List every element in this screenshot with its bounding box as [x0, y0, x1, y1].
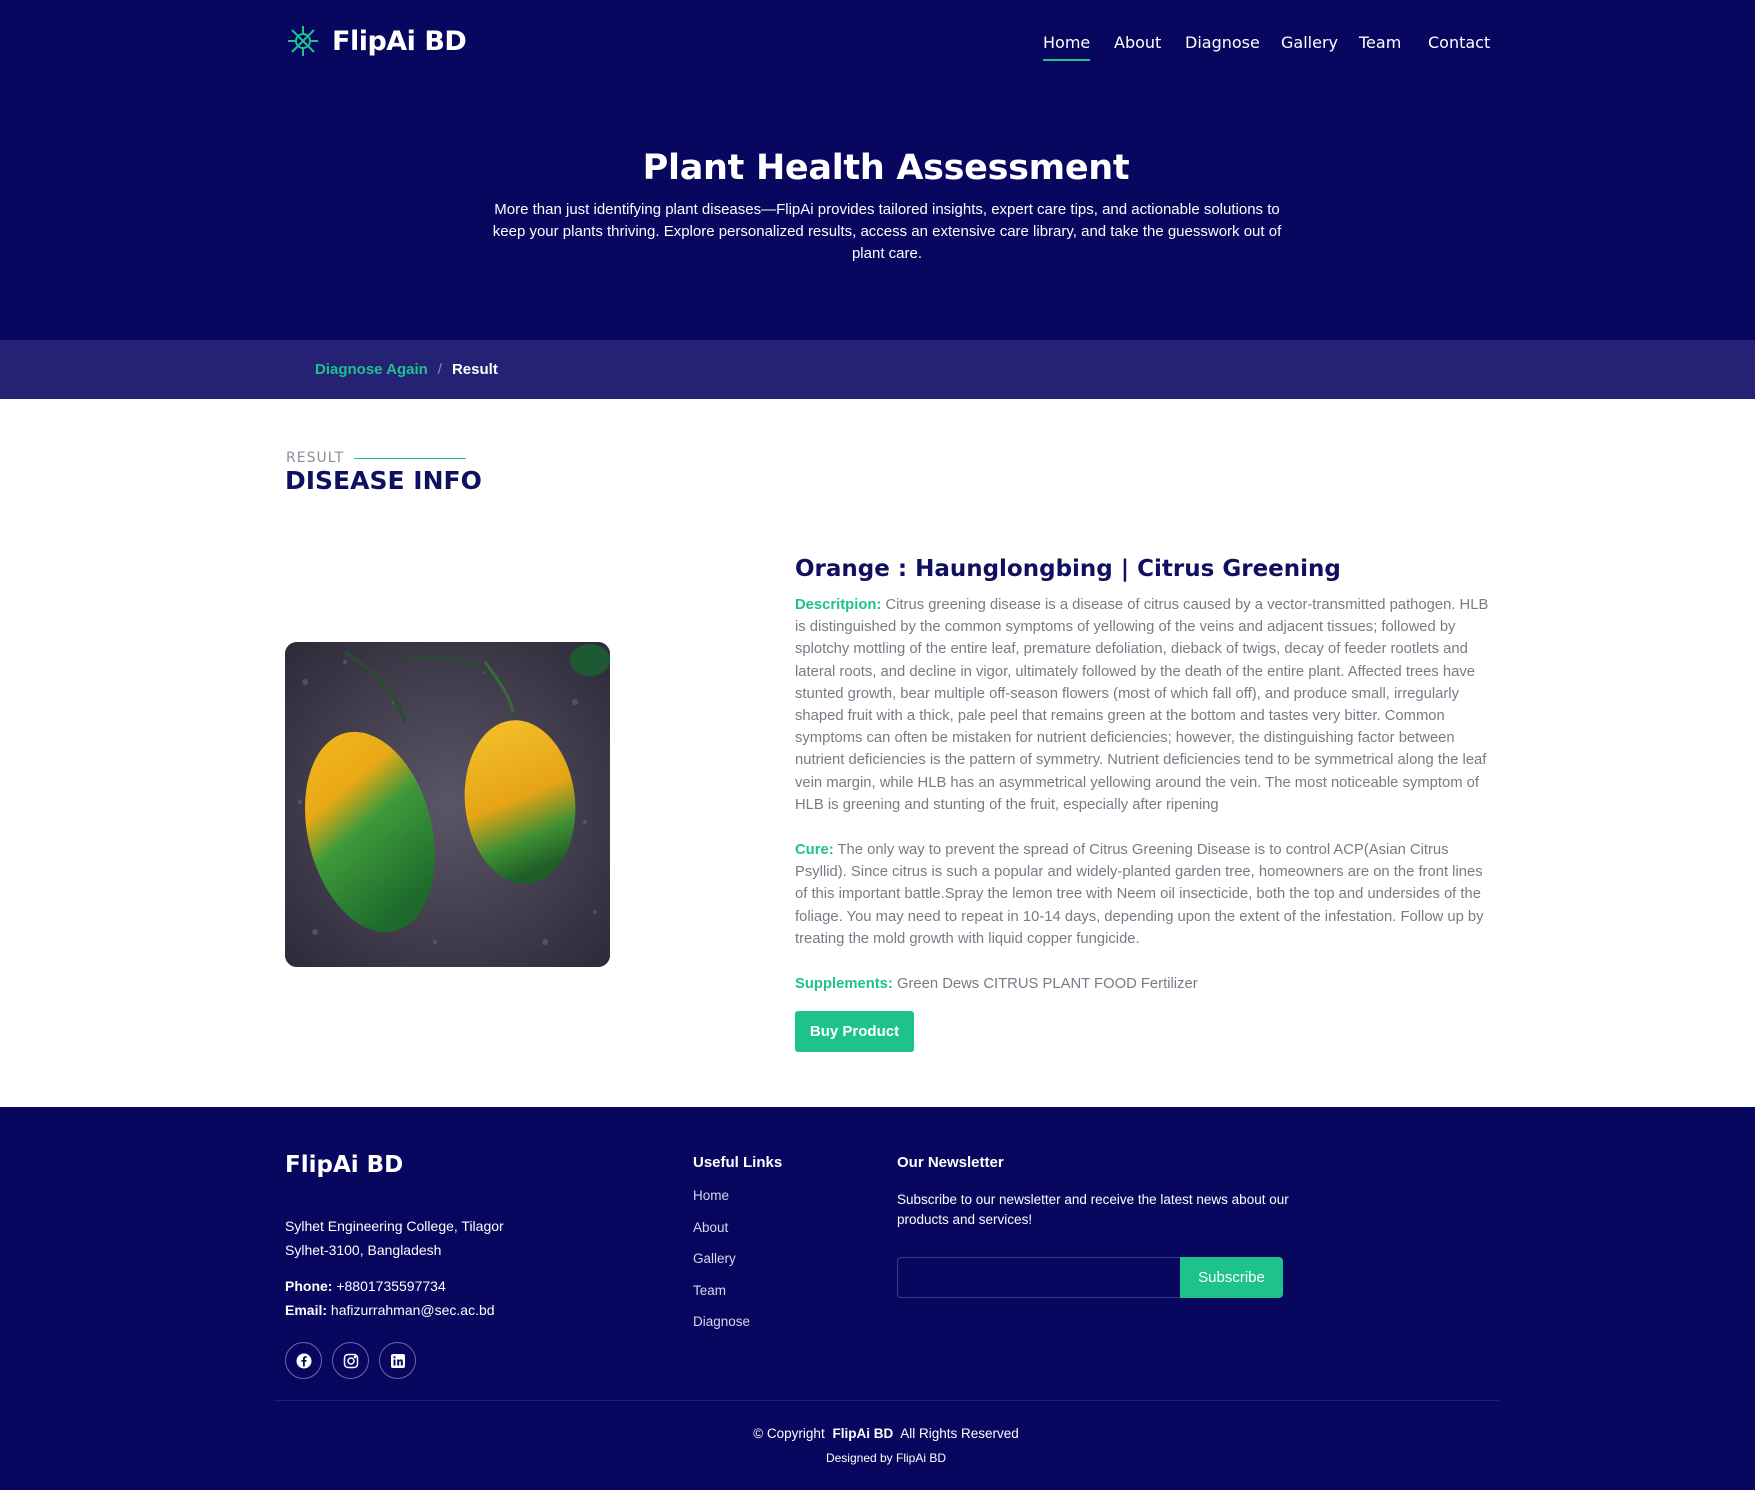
email-value: hafizurrahman@sec.ac.bd	[330, 1302, 495, 1318]
breadcrumb: Diagnose Again / Result	[315, 361, 498, 378]
main-nav: Home About Diagnose Gallery Team Contact	[0, 33, 1755, 63]
footer-link-about[interactable]: About	[693, 1220, 750, 1252]
supplements-text: Green Dews CITRUS PLANT FOOD Fertilizer	[896, 976, 1198, 992]
supplements-label: Supplements:	[795, 976, 893, 992]
subscribe-button[interactable]: Subscribe	[1180, 1257, 1283, 1298]
nav-gallery[interactable]: Gallery	[1281, 33, 1338, 52]
disease-name: Orange : Haunglongbing | Citrus Greening	[795, 556, 1341, 582]
copyright-prefix: © Copyright	[753, 1426, 825, 1441]
phone-line: Phone: +8801735597734	[285, 1274, 495, 1298]
section-title: DISEASE INFO	[285, 466, 482, 495]
orange-fruit-image	[285, 642, 610, 967]
nav-home[interactable]: Home	[1043, 33, 1091, 61]
nav-contact[interactable]: Contact	[1428, 33, 1490, 52]
address-line-2: Sylhet-3100, Bangladesh	[285, 1242, 442, 1258]
facebook-icon[interactable]	[285, 1342, 322, 1379]
nav-team[interactable]: Team	[1359, 33, 1401, 52]
phone-value: +8801735597734	[336, 1278, 446, 1294]
newsletter-heading: Our Newsletter	[897, 1154, 1004, 1171]
hero-subtitle: More than just identifying plant disease…	[492, 201, 1282, 262]
footer-contact: Phone: +8801735597734 Email: hafizurrahm…	[285, 1274, 495, 1322]
cure-text: The only way to prevent the spread of Ci…	[795, 842, 1484, 947]
copyright-suffix: All Rights Reserved	[900, 1426, 1019, 1441]
breadcrumb-current: Result	[451, 361, 498, 378]
hero-header: FlipAi BD Home About Diagnose Gallery Te…	[0, 0, 1755, 340]
email-label: Email:	[285, 1302, 328, 1318]
buy-product-button[interactable]: Buy Product	[795, 1011, 914, 1052]
footer-link-diagnose[interactable]: Diagnose	[693, 1314, 750, 1346]
breadcrumb-separator: /	[437, 361, 442, 378]
social-links	[285, 1342, 416, 1379]
page-title: Plant Health Assessment	[642, 148, 1130, 188]
email-line: Email: hafizurrahman@sec.ac.bd	[285, 1298, 495, 1322]
useful-links-list: Home About Gallery Team Diagnose	[693, 1188, 750, 1346]
nav-diagnose[interactable]: Diagnose	[1185, 33, 1260, 52]
section-eyebrow: RESULT	[286, 450, 467, 466]
footer-link-team[interactable]: Team	[693, 1283, 750, 1315]
newsletter-email-input[interactable]	[897, 1257, 1180, 1298]
footer-link-home[interactable]: Home	[693, 1188, 750, 1220]
footer-address: Sylhet Engineering College, Tilagor Sylh…	[285, 1214, 545, 1262]
cure-label: Cure:	[795, 842, 834, 858]
description-text: Citrus greening disease is a disease of …	[795, 597, 1489, 813]
footer-brand: FlipAi BD	[285, 1152, 404, 1178]
description-label: Descritpion:	[795, 597, 882, 613]
footer: FlipAi BD Sylhet Engineering College, Ti…	[0, 1107, 1755, 1490]
breadcrumb-bar: Diagnose Again / Result	[0, 340, 1755, 399]
address-line-1: Sylhet Engineering College, Tilagor	[285, 1218, 504, 1234]
section-eyebrow-text: RESULT	[286, 450, 345, 466]
nav-about[interactable]: About	[1114, 33, 1161, 52]
cure-paragraph: Cure: The only way to prevent the spread…	[795, 839, 1490, 950]
supplements-paragraph: Supplements: Green Dews CITRUS PLANT FOO…	[795, 973, 1490, 995]
copyright: © Copyright FlipAi BD All Rights Reserve…	[0, 1426, 1755, 1441]
breadcrumb-diagnose-again[interactable]: Diagnose Again	[315, 361, 428, 378]
phone-label: Phone:	[285, 1278, 333, 1294]
footer-link-gallery[interactable]: Gallery	[693, 1251, 750, 1283]
footer-divider	[274, 1400, 1499, 1401]
designed-by: Designed by FlipAi BD	[825, 1451, 947, 1465]
disease-photo	[285, 642, 610, 967]
linkedin-icon[interactable]	[379, 1342, 416, 1379]
copyright-brand: FlipAi BD	[832, 1426, 894, 1441]
useful-links-heading: Useful Links	[693, 1154, 783, 1171]
eyebrow-divider	[354, 457, 467, 459]
instagram-icon[interactable]	[332, 1342, 369, 1379]
description-paragraph: Descritpion: Citrus greening disease is …	[795, 594, 1490, 816]
newsletter-text: Subscribe to our newsletter and receive …	[897, 1192, 1289, 1227]
